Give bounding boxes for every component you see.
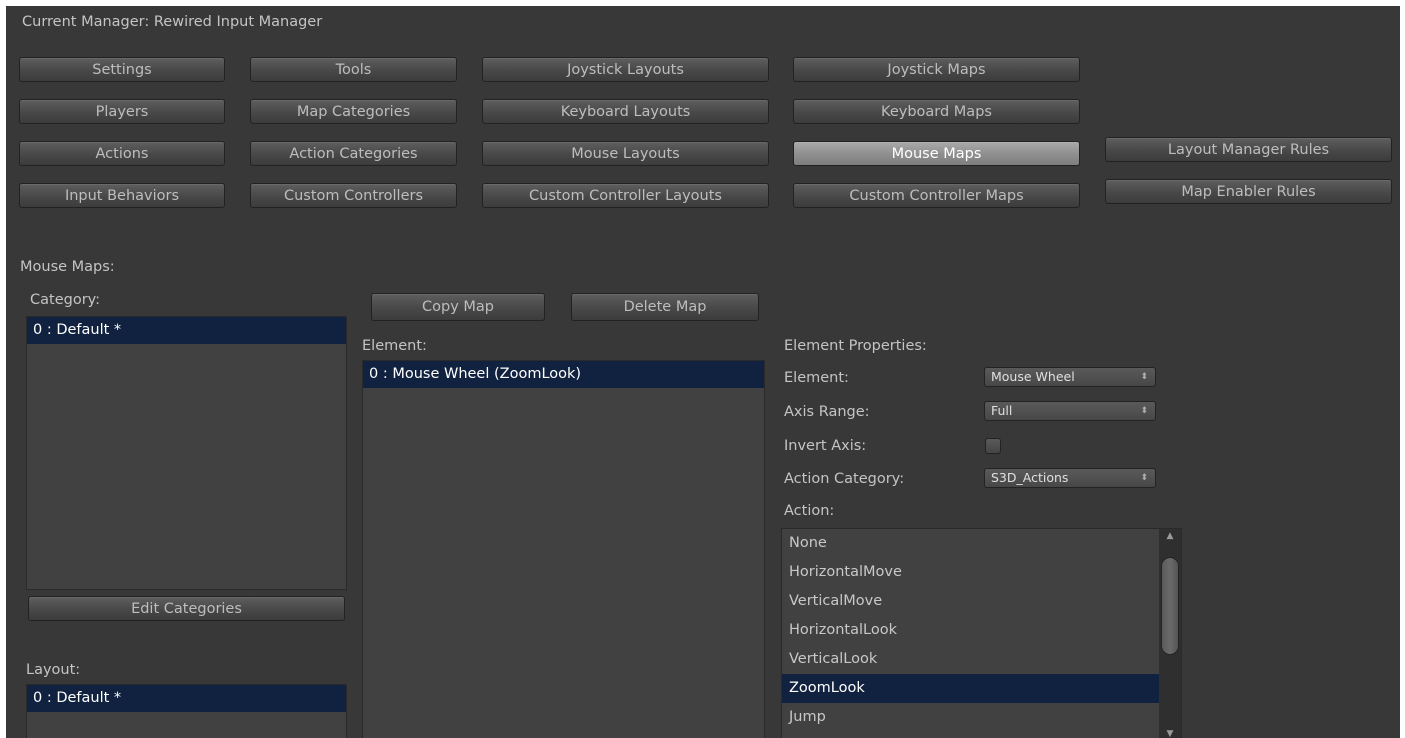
- element-dropdown[interactable]: Mouse Wheel ⬍: [984, 367, 1156, 387]
- action-item[interactable]: HorizontalLook: [782, 616, 1159, 645]
- layout-item[interactable]: 0 : Default *: [27, 685, 346, 712]
- keyboard-layouts-button[interactable]: Keyboard Layouts: [482, 99, 769, 124]
- action-item[interactable]: Jump: [782, 703, 1159, 732]
- axis-range-label: Axis Range:: [784, 404, 870, 420]
- dropdown-arrow-icon: ⬍: [1140, 372, 1148, 382]
- joystick-maps-button[interactable]: Joystick Maps: [793, 57, 1080, 82]
- action-item[interactable]: VerticalMove: [782, 587, 1159, 616]
- input-behaviors-button[interactable]: Input Behaviors: [19, 183, 225, 208]
- action-category-value: S3D_Actions: [991, 470, 1069, 485]
- action-item[interactable]: VerticalLook: [782, 645, 1159, 674]
- scroll-down-arrow-icon[interactable]: ▼: [1159, 729, 1181, 738]
- action-list[interactable]: None HorizontalMove VerticalMove Horizon…: [781, 528, 1182, 738]
- layout-label: Layout:: [26, 662, 81, 678]
- category-item[interactable]: 0 : Default *: [27, 317, 346, 344]
- layout-manager-rules-button[interactable]: Layout Manager Rules: [1105, 137, 1392, 162]
- map-enabler-rules-button[interactable]: Map Enabler Rules: [1105, 179, 1392, 204]
- mouse-layouts-button[interactable]: Mouse Layouts: [482, 141, 769, 166]
- custom-controller-layouts-button[interactable]: Custom Controller Layouts: [482, 183, 769, 208]
- action-item[interactable]: None: [782, 529, 1159, 558]
- layout-list[interactable]: 0 : Default *: [26, 684, 347, 738]
- prop-element-label: Element:: [784, 370, 849, 386]
- action-item[interactable]: HorizontalMove: [782, 558, 1159, 587]
- scroll-up-arrow-icon[interactable]: ▲: [1159, 531, 1181, 541]
- category-list[interactable]: 0 : Default *: [26, 316, 347, 590]
- scrollbar-thumb[interactable]: [1161, 557, 1179, 655]
- rewired-editor-panel: Current Manager: Rewired Input Manager S…: [6, 6, 1400, 738]
- element-properties-title: Element Properties:: [784, 338, 927, 354]
- current-manager-label: Current Manager: Rewired Input Manager: [22, 14, 323, 30]
- map-categories-button[interactable]: Map Categories: [250, 99, 457, 124]
- element-dropdown-value: Mouse Wheel: [991, 369, 1075, 384]
- edit-categories-button[interactable]: Edit Categories: [28, 596, 345, 621]
- action-label: Action:: [784, 503, 835, 519]
- copy-map-button[interactable]: Copy Map: [371, 293, 545, 321]
- custom-controller-maps-button[interactable]: Custom Controller Maps: [793, 183, 1080, 208]
- mouse-maps-button[interactable]: Mouse Maps: [793, 141, 1080, 166]
- action-categories-button[interactable]: Action Categories: [250, 141, 457, 166]
- dropdown-arrow-icon: ⬍: [1140, 406, 1148, 416]
- dropdown-arrow-icon: ⬍: [1140, 473, 1148, 483]
- axis-range-dropdown[interactable]: Full ⬍: [984, 401, 1156, 421]
- joystick-layouts-button[interactable]: Joystick Layouts: [482, 57, 769, 82]
- settings-button[interactable]: Settings: [19, 57, 225, 82]
- element-label: Element:: [362, 338, 427, 354]
- category-label: Category:: [30, 292, 101, 308]
- section-title: Mouse Maps:: [20, 259, 115, 275]
- action-category-label: Action Category:: [784, 471, 905, 487]
- players-button[interactable]: Players: [19, 99, 225, 124]
- element-item[interactable]: 0 : Mouse Wheel (ZoomLook): [363, 361, 764, 388]
- action-list-scrollbar[interactable]: ▲ ▼: [1159, 529, 1181, 738]
- custom-controllers-button[interactable]: Custom Controllers: [250, 183, 457, 208]
- element-list[interactable]: 0 : Mouse Wheel (ZoomLook): [362, 360, 765, 738]
- axis-range-value: Full: [991, 403, 1013, 418]
- tools-button[interactable]: Tools: [250, 57, 457, 82]
- actions-button[interactable]: Actions: [19, 141, 225, 166]
- action-item-selected[interactable]: ZoomLook: [782, 674, 1159, 703]
- keyboard-maps-button[interactable]: Keyboard Maps: [793, 99, 1080, 124]
- invert-axis-label: Invert Axis:: [784, 438, 867, 454]
- delete-map-button[interactable]: Delete Map: [571, 293, 759, 321]
- action-category-dropdown[interactable]: S3D_Actions ⬍: [984, 468, 1156, 488]
- invert-axis-checkbox[interactable]: [985, 438, 1001, 454]
